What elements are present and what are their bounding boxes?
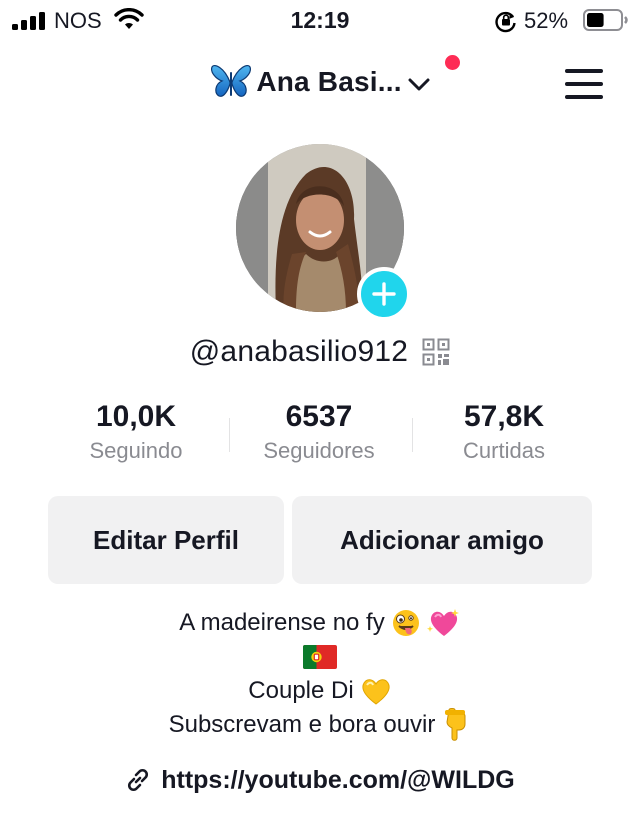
- account-name: Ana Basi...: [256, 66, 402, 97]
- battery-icon: [583, 9, 628, 31]
- portugal-flag-icon: [303, 645, 337, 669]
- bio-line: Subscrevam e bora ouvir: [0, 708, 640, 742]
- username: @anabasilio912: [189, 335, 409, 368]
- notification-dot: [445, 55, 460, 70]
- bio-link[interactable]: https://youtube.com/@WILDG: [0, 762, 640, 798]
- butterfly-icon: [211, 64, 252, 97]
- link-icon: [128, 768, 149, 792]
- yellow-heart-icon: [362, 679, 390, 705]
- add-avatar-button[interactable]: [357, 267, 411, 321]
- pointing-down-hand-icon: [445, 708, 466, 741]
- plus-icon: [372, 282, 396, 306]
- following-count: 10,0K: [95, 400, 177, 433]
- wifi-icon: [114, 8, 144, 29]
- username-row: @anabasilio912: [0, 332, 640, 372]
- likes-label: Curtidas: [463, 438, 545, 463]
- followers-count: 6537: [285, 400, 353, 433]
- stat-following[interactable]: 10,0K Seguindo: [41, 398, 231, 464]
- following-label: Seguindo: [89, 438, 183, 463]
- bio-line: A madeirense no fy: [0, 606, 640, 640]
- bio-text: A madeirense no fy: [179, 609, 385, 636]
- status-bar: NOS 12:19 52%: [0, 0, 640, 44]
- chevron-down-icon: [408, 78, 430, 91]
- qr-code-icon[interactable]: [422, 338, 450, 366]
- edit-profile-button[interactable]: Editar Perfil: [48, 496, 284, 584]
- zany-face-icon: [392, 610, 419, 636]
- likes-count: 57,8K: [463, 400, 545, 433]
- menu-icon[interactable]: [565, 69, 605, 101]
- bio-line: [0, 640, 640, 674]
- carrier-name: NOS: [54, 8, 102, 33]
- add-friend-button[interactable]: Adicionar amigo: [292, 496, 592, 584]
- profile-screen: NOS 12:19 52% Ana Basi... @anabasilio912…: [0, 0, 640, 833]
- followers-label: Seguidores: [263, 438, 375, 463]
- stat-likes[interactable]: 57,8K Curtidas: [409, 398, 599, 464]
- stat-followers[interactable]: 6537 Seguidores: [224, 398, 414, 464]
- bio: A madeirense no fy Couple Di Subscrevam …: [0, 606, 640, 742]
- bio-line: Couple Di: [0, 674, 640, 708]
- rotation-lock-icon: [495, 11, 516, 33]
- bio-text: Couple Di: [248, 677, 354, 704]
- battery-percentage: 52%: [524, 8, 569, 33]
- link-text: https://youtube.com/@WILDG: [161, 765, 515, 794]
- bio-text: Subscrevam e bora ouvir: [168, 711, 436, 738]
- sparkling-heart-icon: [426, 609, 459, 636]
- signal-icon: [12, 12, 48, 30]
- account-switcher[interactable]: Ana Basi...: [0, 62, 640, 102]
